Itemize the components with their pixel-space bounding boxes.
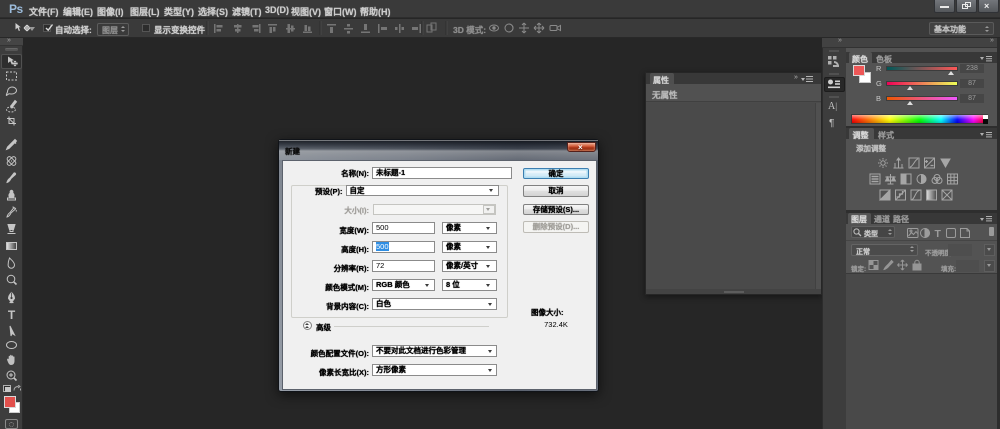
svg-text:T: T [935,228,942,239]
svg-text:T: T [8,308,16,322]
